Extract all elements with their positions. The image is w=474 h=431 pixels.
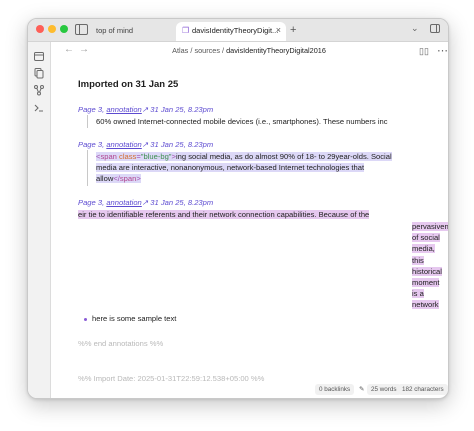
breadcrumb-item-sources[interactable]: sources xyxy=(194,46,220,55)
status-bar: 0 backlinks ✎ 25 words 182 characters xyxy=(28,383,448,398)
annotation-meta: Page 3, annotation↗ 31 Jan 25, 8.23pm xyxy=(78,198,213,207)
annotation-date: 31 Jan 25, 8.23pm xyxy=(150,140,214,149)
annotation-quote-highlighted: <span class="blue-bg">ing social media, … xyxy=(96,151,392,185)
more-options-icon[interactable]: ⋯ xyxy=(437,44,448,57)
tab-list-dropdown-icon[interactable]: ⌄ xyxy=(411,23,419,34)
annotation-quote: 60% owned Internet-connected mobile devi… xyxy=(96,117,388,126)
minimize-window-button[interactable] xyxy=(48,25,56,33)
highlighted-word: pervasiveness xyxy=(412,222,448,231)
note-icon: ❐ xyxy=(182,26,190,35)
highlighted-word: of social xyxy=(412,233,440,243)
left-sidebar-toggle-icon[interactable] xyxy=(75,24,88,35)
bullet-icon xyxy=(84,317,87,321)
highlighted-word: is a xyxy=(412,289,424,299)
highlighted-word: media, xyxy=(412,244,435,254)
highlighted-word: network xyxy=(412,300,439,310)
annotation-link[interactable]: annotation xyxy=(106,198,141,207)
app-window: top of mind ❐ davisIdentityTheoryDigit...… xyxy=(27,18,449,399)
page-ref: Page 3, xyxy=(78,105,105,114)
title-bar: top of mind ❐ davisIdentityTheoryDigit...… xyxy=(28,19,448,42)
page-title: Imported on 31 Jan 25 xyxy=(78,79,179,90)
backlinks-count[interactable]: 0 backlinks xyxy=(315,384,355,395)
page-ref: Page 3, xyxy=(78,198,105,207)
zoom-window-button[interactable] xyxy=(60,25,68,33)
highlighted-word: this xyxy=(412,255,424,265)
page-ref: Page 3, xyxy=(78,140,105,149)
highlighted-line: allow</span> xyxy=(96,174,141,184)
import-date-comment: %% Import Date: 2025-01-31T22:59:12.538+… xyxy=(78,374,265,383)
quote-bar xyxy=(87,150,89,186)
external-link-icon: ↗ xyxy=(141,140,149,149)
annotation-date: 31 Jan 25, 8.23pm xyxy=(150,105,214,114)
quote-bar xyxy=(87,115,89,128)
highlighted-word: historical xyxy=(412,266,442,276)
breadcrumb-item-atlas[interactable]: Atlas xyxy=(172,46,188,55)
terminal-icon[interactable] xyxy=(33,102,45,114)
graph-icon[interactable] xyxy=(33,84,45,96)
external-link-icon: ↗ xyxy=(141,105,149,114)
tab-label: davisIdentityTheoryDigit... xyxy=(192,26,279,35)
end-annotations-comment: %% end annotations %% xyxy=(78,339,164,348)
close-window-button[interactable] xyxy=(36,25,44,33)
reading-view-icon[interactable]: ▯▯ xyxy=(419,46,429,57)
tab-close-icon[interactable]: × xyxy=(276,22,281,39)
list-item-text: here is some sample text xyxy=(92,314,177,323)
tab-davis-identity-theory[interactable]: ❐ davisIdentityTheoryDigit... × xyxy=(176,22,286,41)
word-count: 25 words xyxy=(367,384,401,395)
new-tab-button[interactable]: + xyxy=(290,22,296,38)
external-link-icon: ↗ xyxy=(141,198,149,207)
annotation-date: 31 Jan 25, 8.23pm xyxy=(150,198,214,207)
annotation-quote-purple: eir tie to identifiable referents and th… xyxy=(78,209,370,220)
tab-top-of-mind[interactable]: top of mind xyxy=(90,22,176,41)
highlighted-line: <span class="blue-bg">ing social media, … xyxy=(96,152,392,161)
tab-label: top of mind xyxy=(96,26,134,35)
annotation-link[interactable]: annotation xyxy=(106,105,141,114)
highlighted-word: moment xyxy=(412,278,440,288)
annotation-link[interactable]: annotation xyxy=(106,140,141,149)
character-count: 182 characters xyxy=(398,384,448,395)
annotation-meta: Page 3, annotation↗ 31 Jan 25, 8.23pm xyxy=(78,105,213,114)
files-icon[interactable] xyxy=(33,67,45,79)
wrapped-highlight-column: pervasiveness of social media, this hist… xyxy=(412,221,448,311)
right-sidebar-toggle-icon[interactable] xyxy=(430,24,440,33)
highlighted-line: eir tie to identifiable referents and th… xyxy=(78,210,370,219)
list-item: here is some sample text xyxy=(84,314,176,323)
calendar-icon[interactable] xyxy=(33,50,45,62)
highlighted-line: media are interactive, nonanonymous, net… xyxy=(96,163,365,173)
view-header: ← → Atlas / sources / davisIdentityTheor… xyxy=(50,42,448,62)
note-content[interactable]: Imported on 31 Jan 25 Page 3, annotation… xyxy=(50,62,448,383)
breadcrumb-item-current[interactable]: davisIdentityTheoryDigital2016 xyxy=(226,46,326,55)
annotation-meta: Page 3, annotation↗ 31 Jan 25, 8.23pm xyxy=(78,140,213,149)
left-ribbon xyxy=(28,42,51,398)
breadcrumb: Atlas / sources / davisIdentityTheoryDig… xyxy=(50,46,448,55)
